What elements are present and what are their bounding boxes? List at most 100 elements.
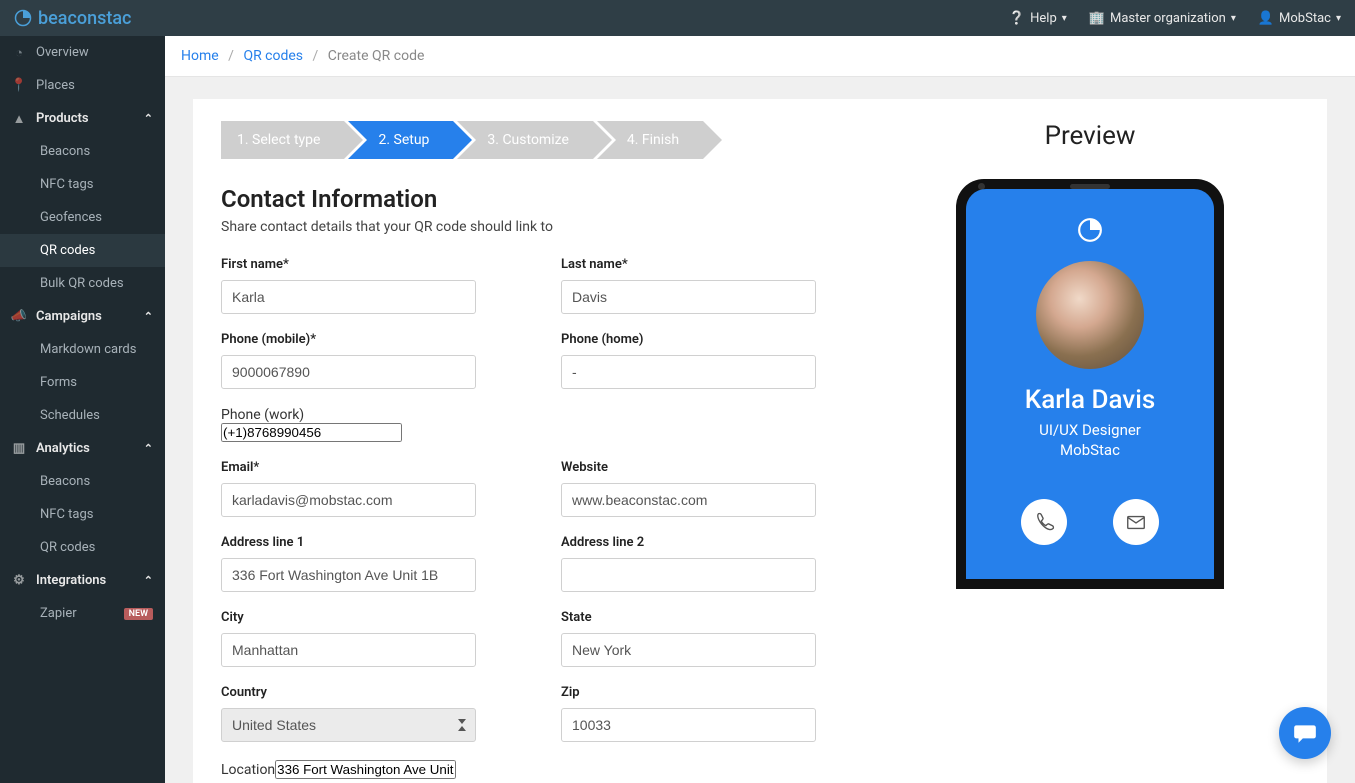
sidebar-label: Integrations (36, 573, 106, 588)
sidebar-item-bulk-qr[interactable]: Bulk QR codes (0, 267, 165, 300)
last-name-input[interactable] (561, 280, 816, 314)
label-phone-home: Phone (home) (561, 332, 841, 347)
sidebar-item-analytics-qr[interactable]: QR codes (0, 531, 165, 564)
label-first-name: First name* (221, 257, 501, 272)
sidebar-item-products[interactable]: ▲ Products ⌃ (0, 102, 165, 135)
chat-widget[interactable] (1279, 707, 1331, 759)
sidebar-item-beacons[interactable]: Beacons (0, 135, 165, 168)
phone-home-input[interactable] (561, 355, 816, 389)
website-input[interactable] (561, 483, 816, 517)
brand-icon (14, 9, 32, 27)
label-last-name: Last name* (561, 257, 841, 272)
label-email: Email* (221, 460, 501, 475)
chevron-down-icon: ▾ (1336, 13, 1341, 24)
breadcrumb-qr[interactable]: QR codes (243, 48, 303, 64)
sidebar-item-forms[interactable]: Forms (0, 366, 165, 399)
section-title: Contact Information (221, 185, 841, 213)
products-icon: ▲ (12, 112, 26, 126)
wizard-label: 3. Customize (487, 132, 568, 148)
chevron-up-icon: ⌃ (144, 442, 153, 455)
preview-role: UI/UX Designer (1039, 421, 1141, 439)
wizard-step-1[interactable]: 1. Select type (221, 121, 344, 159)
phone-action (1021, 499, 1067, 545)
sidebar-label: Geofences (40, 210, 102, 225)
user-label: MobStac (1279, 11, 1331, 26)
org-label: Master organization (1110, 11, 1226, 26)
breadcrumb-sep: / (313, 48, 319, 64)
phone-work-input[interactable] (221, 423, 402, 442)
addr2-input[interactable] (561, 558, 816, 592)
help-label: Help (1030, 11, 1057, 26)
user-icon: 👤 (1258, 11, 1274, 26)
sidebar-item-qr-codes[interactable]: QR codes (0, 234, 165, 267)
sidebar-item-analytics[interactable]: ▥Analytics⌃ (0, 432, 165, 465)
chevron-down-icon: ▾ (1062, 13, 1067, 24)
sidebar: ◔ Overview 📍Places ▲ Products ⌃ Beacons NFC… (0, 36, 165, 783)
email-action (1113, 499, 1159, 545)
label-city: City (221, 610, 501, 625)
sidebar-item-zapier[interactable]: Zapier NEW (0, 597, 165, 630)
city-input[interactable] (221, 633, 476, 667)
label-addr1: Address line 1 (221, 535, 501, 550)
sidebar-item-schedules[interactable]: Schedules (0, 399, 165, 432)
country-select[interactable]: United States (221, 708, 476, 742)
sidebar-label: Campaigns (36, 309, 102, 324)
label-country: Country (221, 685, 501, 700)
sidebar-label: NFC tags (40, 177, 93, 192)
org-menu[interactable]: 🏢 Master organization ▾ (1089, 11, 1236, 26)
location-input[interactable] (275, 760, 456, 779)
sidebar-item-campaigns[interactable]: 📣 Campaigns ⌃ (0, 300, 165, 333)
breadcrumb-home[interactable]: Home (181, 48, 219, 64)
sidebar-item-geofences[interactable]: Geofences (0, 201, 165, 234)
sidebar-item-overview[interactable]: ◔ Overview (0, 36, 165, 69)
addr1-input[interactable] (221, 558, 476, 592)
sidebar-item-nfc-tags[interactable]: NFC tags (0, 168, 165, 201)
first-name-input[interactable] (221, 280, 476, 314)
sidebar-item-integrations[interactable]: ⚙Integrations⌃ (0, 564, 165, 597)
wizard-step-4[interactable]: 4. Finish (597, 121, 703, 159)
sidebar-label: Zapier (40, 606, 77, 621)
sidebar-item-analytics-beacons[interactable]: Beacons (0, 465, 165, 498)
sidebar-label: QR codes (40, 243, 95, 258)
gear-icon: ⚙ (12, 574, 26, 588)
wizard-step-3[interactable]: 3. Customize (457, 121, 592, 159)
chevron-up-icon: ⌃ (144, 310, 153, 323)
user-menu[interactable]: 👤 MobStac ▾ (1258, 11, 1341, 26)
state-input[interactable] (561, 633, 816, 667)
help-menu[interactable]: ❔ Help ▾ (1009, 11, 1067, 26)
preview-name: Karla Davis (1025, 385, 1155, 415)
sidebar-label: Forms (40, 375, 77, 390)
megaphone-icon: 📣 (12, 310, 26, 324)
label-website: Website (561, 460, 841, 475)
sidebar-label: Analytics (36, 441, 90, 456)
new-badge: NEW (124, 608, 153, 620)
sidebar-label: NFC tags (40, 507, 93, 522)
brand-logo[interactable]: beaconstac (14, 8, 131, 29)
gauge-icon: ◔ (12, 46, 26, 60)
sidebar-label: Overview (36, 45, 89, 60)
wizard-step-2[interactable]: 2. Setup (348, 121, 453, 159)
phone-icon (1033, 511, 1055, 533)
building-icon: 🏢 (1089, 11, 1105, 26)
label-location: Location (221, 762, 275, 778)
phone-mobile-input[interactable] (221, 355, 476, 389)
label-zip: Zip (561, 685, 841, 700)
breadcrumb: Home / QR codes / Create QR code (165, 36, 1355, 77)
topbar: beaconstac ❔ Help ▾ 🏢 Master organizatio… (0, 0, 1355, 36)
label-phone-mobile: Phone (mobile)* (221, 332, 501, 347)
zip-input[interactable] (561, 708, 816, 742)
email-input[interactable] (221, 483, 476, 517)
sidebar-label: QR codes (40, 540, 95, 555)
breadcrumb-current: Create QR code (328, 48, 425, 64)
sidebar-item-places[interactable]: 📍Places (0, 69, 165, 102)
sidebar-item-analytics-nfc[interactable]: NFC tags (0, 498, 165, 531)
sidebar-label: Products (36, 111, 89, 126)
label-phone-work: Phone (work) (221, 407, 304, 423)
brand-text: beaconstac (38, 8, 131, 29)
preview-company: MobStac (1060, 441, 1120, 459)
chevron-up-icon: ⌃ (144, 112, 153, 125)
preview-logo-icon (1077, 217, 1103, 243)
sidebar-label: Places (36, 78, 75, 93)
sidebar-label: Bulk QR codes (40, 276, 124, 291)
sidebar-item-markdown-cards[interactable]: Markdown cards (0, 333, 165, 366)
